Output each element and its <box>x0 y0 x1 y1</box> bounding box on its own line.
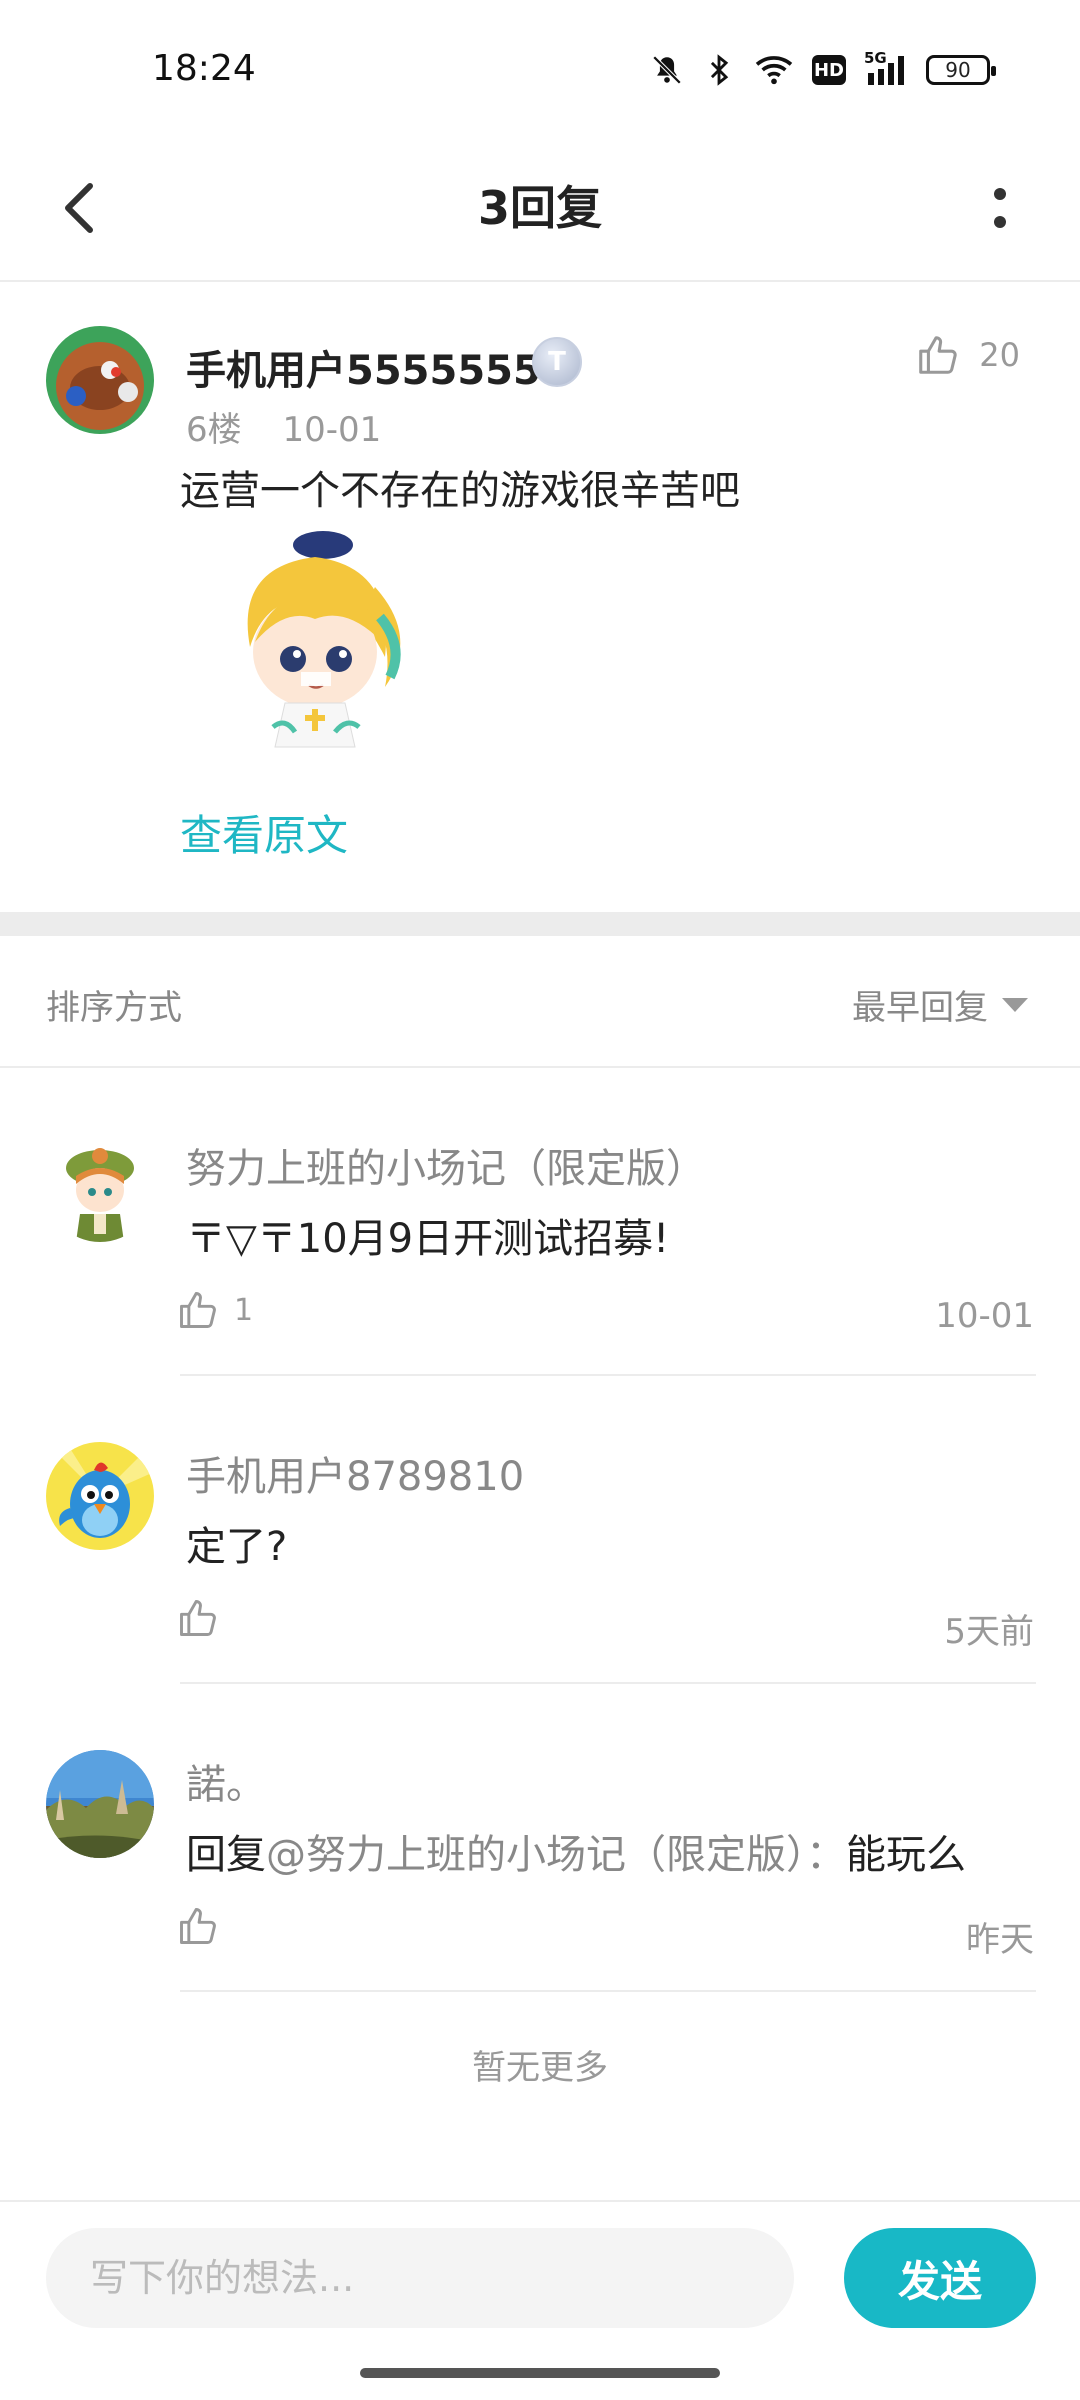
send-button[interactable]: 发送 <box>844 2228 1036 2328</box>
reply-like-button[interactable] <box>176 1596 234 1640</box>
status-time: 18:24 <box>152 48 256 89</box>
hd-icon: HD <box>812 55 846 85</box>
reply-body: 能玩么 <box>846 1832 966 1878</box>
post-date: 10-01 <box>282 410 382 450</box>
reply-username[interactable]: 諾。 <box>186 1752 266 1810</box>
main-post: 手机用户5555555 T 6楼 10-01 20 运营一个不存在的游戏很辛苦吧 <box>0 282 1080 912</box>
reply-item: 諾。 回复@努力上班的小场记（限定版）：能玩么 昨天 <box>0 1684 1080 1992</box>
no-more-text: 暂无更多 <box>472 2048 608 2088</box>
header-bar: 3回复 <box>0 140 1080 282</box>
thumbs-up-icon <box>180 1908 216 1944</box>
sort-bar: 排序方式 最早回复 <box>0 936 1080 1068</box>
post-content: 运营一个不存在的游戏很辛苦吧 <box>180 468 740 514</box>
5g-signal-icon: 5G <box>864 49 908 87</box>
sort-selected-value: 最早回复 <box>852 988 988 1028</box>
thumbs-up-icon <box>180 1292 216 1328</box>
section-divider <box>0 912 1080 936</box>
reply-content: 定了? <box>186 1524 288 1570</box>
post-username[interactable]: 手机用户5555555 <box>186 338 541 396</box>
reply-like-button[interactable]: 1 <box>176 1288 253 1332</box>
post-like-count: 20 <box>979 336 1020 374</box>
reply-time: 5天前 <box>944 1612 1034 1652</box>
more-vertical-icon <box>994 188 1006 228</box>
avatar[interactable] <box>46 1442 154 1550</box>
battery-icon: 90 <box>926 55 996 85</box>
reply-time: 10-01 <box>935 1296 1034 1336</box>
post-like-button[interactable]: 20 <box>915 332 1020 378</box>
reply-username[interactable]: 努力上班的小场记（限定版） <box>186 1136 706 1194</box>
reply-like-button[interactable] <box>176 1904 234 1948</box>
avatar[interactable] <box>46 1134 154 1242</box>
bluetooth-icon <box>702 53 736 87</box>
thumbs-up-icon <box>180 1600 216 1636</box>
reply-content: 〒▽〒10月9日开测试招募! <box>186 1216 670 1262</box>
reply-prefix: 回复 <box>186 1832 266 1878</box>
wifi-icon <box>754 53 794 87</box>
reply-item: 手机用户8789810 定了? 5天前 <box>0 1376 1080 1684</box>
anime-girl-sticker-image[interactable] <box>205 527 425 757</box>
mention-link[interactable]: @努力上班的小场记（限定版）： <box>266 1832 846 1878</box>
status-icons: HD 5G 90 <box>650 49 996 90</box>
reply-item: 努力上班的小场记（限定版） 〒▽〒10月9日开测试招募! 1 10-01 <box>0 1068 1080 1376</box>
reply-like-count: 1 <box>234 1292 254 1328</box>
more-options-button[interactable] <box>960 168 1040 248</box>
floor-number: 6楼 <box>186 410 242 450</box>
avatar[interactable] <box>46 326 154 434</box>
comment-input[interactable] <box>46 2228 794 2328</box>
reply-username[interactable]: 手机用户8789810 <box>186 1444 524 1502</box>
mute-bell-icon <box>650 53 684 87</box>
view-original-link[interactable]: 查看原文 <box>180 802 348 863</box>
sort-label: 排序方式 <box>46 988 182 1028</box>
divider <box>180 1990 1036 1992</box>
level-badge: T <box>532 337 582 387</box>
page-title: 3回复 <box>477 181 602 235</box>
avatar[interactable] <box>46 1750 154 1858</box>
reply-time: 昨天 <box>966 1920 1034 1960</box>
sort-dropdown[interactable]: 最早回复 <box>852 980 1028 1029</box>
thumbs-up-icon <box>919 336 957 374</box>
comment-composer: 发送 <box>0 2200 1080 2358</box>
post-meta: 6楼 10-01 <box>186 402 381 451</box>
status-bar: 18:24 HD 5G 90 <box>0 0 1080 140</box>
gesture-navigation-bar[interactable] <box>360 2368 720 2378</box>
triangle-down-icon <box>1002 997 1028 1012</box>
reply-content: 回复@努力上班的小场记（限定版）：能玩么 <box>186 1822 966 1880</box>
